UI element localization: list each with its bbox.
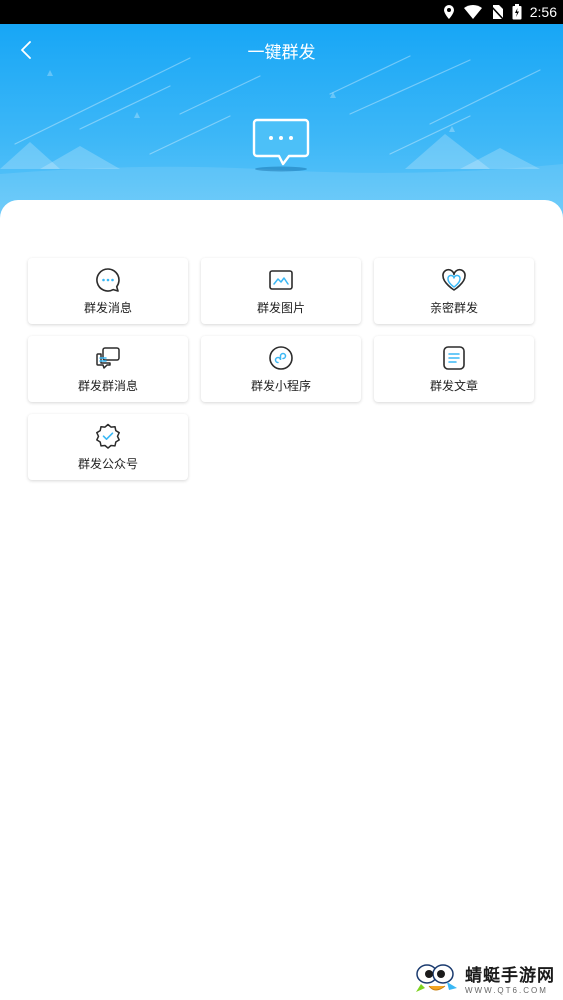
page-title: 一键群发	[247, 43, 316, 63]
broadcast-mini-program-tile[interactable]: 群发小程序	[201, 336, 361, 402]
dragonfly-logo-icon	[416, 964, 457, 992]
location-icon	[443, 5, 454, 19]
official-account-icon	[96, 423, 120, 449]
no-sim-icon	[490, 5, 504, 20]
watermark-name: 蜻蜓手游网	[465, 966, 555, 986]
image-icon	[269, 270, 293, 290]
tile-label: 群发公众号	[77, 457, 138, 471]
tile-label: 群发消息	[83, 301, 132, 315]
broadcast-article-tile[interactable]: 群发文章	[374, 336, 534, 402]
battery-icon	[512, 4, 522, 20]
clock: 2:56	[529, 4, 557, 20]
tile-label: 群发图片	[256, 301, 305, 315]
watermark-url: WWW.QT6.COM	[465, 986, 548, 995]
main-panel: 群发消息 群发图片 亲密群发 群发群消息 群发小程序 群发文章 群发公众号	[0, 200, 563, 1000]
intimate-broadcast-tile[interactable]: 亲密群发	[374, 258, 534, 324]
watermark: 蜻蜓手游网 WWW.QT6.COM	[415, 960, 555, 996]
chat-bubble-icon	[252, 118, 310, 172]
tile-label: 亲密群发	[429, 301, 478, 315]
status-icons: 2:56	[442, 2, 557, 22]
broadcast-image-tile[interactable]: 群发图片	[201, 258, 361, 324]
status-bar: 2:56	[0, 0, 563, 24]
chat-dots-icon	[96, 268, 120, 292]
wifi-icon	[463, 5, 482, 19]
mini-program-icon	[269, 346, 293, 370]
watermark-text: 蜻蜓手游网 WWW.QT6.COM	[465, 961, 555, 995]
broadcast-group-message-tile[interactable]: 群发群消息	[28, 336, 188, 402]
article-icon	[443, 346, 465, 370]
tile-label: 群发小程序	[250, 379, 311, 393]
group-chat-icon	[96, 347, 120, 369]
tile-label: 群发文章	[429, 379, 478, 393]
feature-grid: 群发消息 群发图片 亲密群发 群发群消息 群发小程序 群发文章 群发公众号	[28, 258, 536, 480]
broadcast-message-tile[interactable]: 群发消息	[28, 258, 188, 324]
heart-icon	[442, 268, 466, 291]
tile-label: 群发群消息	[77, 379, 138, 393]
broadcast-official-account-tile[interactable]: 群发公众号	[28, 414, 188, 480]
